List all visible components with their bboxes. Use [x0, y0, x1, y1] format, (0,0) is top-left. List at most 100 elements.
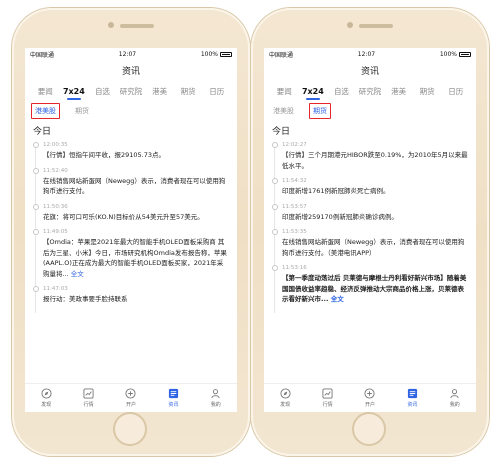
news-time: 11:49:05 [43, 229, 68, 235]
subtab-bar: 港美股 期货 [264, 101, 476, 121]
tab-calendar[interactable]: 日历 [202, 86, 231, 97]
screen-right: 中国联通 12:07 100% 资讯 要闻 7x24 自选 研究院 港美 期货 … [264, 48, 476, 412]
phone-right: 中国联通 12:07 100% 资讯 要闻 7x24 自选 研究院 港美 期货 … [251, 8, 489, 456]
nav-market[interactable]: 行情 [309, 388, 347, 408]
timeline-dot [272, 178, 278, 184]
carrier-label: 中国联通 [269, 52, 294, 59]
news-text: 花旗：将可口可乐(KO.N)目标价从54美元升至57美元。 [43, 212, 204, 221]
status-bar: 中国联通 12:07 100% [25, 48, 237, 61]
nav-profile[interactable]: 我的 [436, 388, 474, 408]
user-icon [450, 389, 459, 399]
news-item[interactable]: 11:53:57 印度新增259170例新冠肺炎确诊病例。 [272, 203, 468, 230]
news-time: 11:53:35 [282, 229, 307, 235]
news-text: 【第一季度动荡过后 贝莱德与摩根士丹利看好新兴市场】随着美国国债收益率趋稳、经济… [282, 273, 468, 305]
tab-calendar[interactable]: 日历 [441, 86, 470, 97]
news-text: 【行情】恒指午间平收，报29105.73点。 [43, 151, 166, 159]
nav-news[interactable]: 资讯 [393, 388, 431, 408]
earpiece-speaker [120, 24, 154, 28]
plus-circle-icon [364, 388, 376, 399]
news-item[interactable]: 11:53:16 【第一季度动荡过后 贝莱德与摩根士丹利看好新兴市场】随着美国国… [272, 264, 468, 312]
nav-open-account[interactable]: 开户 [351, 388, 389, 408]
bottom-nav: 发现 行情 开户 资讯 我的 [264, 383, 476, 412]
tab-futures[interactable]: 期货 [413, 86, 442, 97]
news-item[interactable]: 11:50:36 花旗：将可口可乐(KO.N)目标价从54美元升至57美元。 [33, 203, 229, 230]
timeline-dot [33, 229, 39, 235]
nav-news[interactable]: 资讯 [154, 388, 192, 408]
news-icon [407, 388, 417, 399]
news-time: 12:02:27 [282, 142, 307, 148]
home-button[interactable] [113, 412, 147, 446]
tab-watchlist[interactable]: 自选 [327, 86, 356, 97]
timeline-dot [272, 229, 278, 235]
tab-7x24[interactable]: 7x24 [60, 87, 89, 100]
nav-profile[interactable]: 我的 [197, 388, 235, 408]
front-camera [108, 22, 114, 28]
carrier-label: 中国联通 [30, 52, 55, 59]
news-time: 11:50:36 [43, 203, 68, 210]
news-item[interactable]: 11:52:40 在线销售网站新蛋网（Newegg）表示，消费者现在可以使用狗狗… [33, 167, 229, 205]
page-title: 资讯 [121, 67, 140, 77]
news-feed: 12:02:27 【行情】三个月期港元HIBOR跌至0.19%，为2010年5月… [264, 141, 476, 312]
day-heading: 今日 [33, 127, 52, 137]
news-time: 11:53:16 [282, 265, 307, 271]
status-bar: 中国联通 12:07 100% [264, 48, 476, 61]
clock: 12:07 [118, 51, 137, 58]
news-item[interactable]: 12:00:35 【行情】恒指午间平收，报29105.73点。 [33, 141, 229, 168]
tab-futures[interactable]: 期货 [174, 86, 203, 97]
chart-icon [83, 388, 94, 399]
full-text-link[interactable]: 全文 [331, 295, 344, 303]
subtab-hk-us-stocks[interactable]: 港美股 [270, 104, 297, 118]
compass-icon [280, 388, 291, 399]
home-button[interactable] [352, 412, 386, 446]
nav-discover[interactable]: 发现 [266, 388, 304, 408]
news-icon [168, 388, 178, 399]
timeline-dot [272, 142, 278, 148]
news-time: 11:53:57 [282, 203, 307, 210]
screen-left: 中国联通 12:07 100% 资讯 要闻 7x24 自选 研究院 港美 期货 … [25, 48, 237, 412]
news-time: 11:52:40 [43, 167, 68, 174]
news-text-body: 【第一季度动荡过后 贝莱德与摩根士丹利看好新兴市场】随着美国国债收益率趋稳、经济… [282, 274, 467, 303]
tab-research[interactable]: 研究院 [356, 86, 385, 97]
timeline-dot [33, 167, 39, 174]
news-text: 印度新增259170例新冠肺炎确诊病例。 [282, 212, 398, 221]
tab-bar: 要闻 7x24 自选 研究院 港美 期货 日历 [264, 83, 476, 100]
front-camera [347, 22, 353, 28]
chart-icon [322, 388, 333, 399]
full-text-link[interactable]: 全文 [71, 270, 84, 278]
news-text: 【Omdia：苹果是2021年最大的智能手机OLED面板采购商 其后为三星、小米… [43, 237, 229, 279]
battery-percent: 100% [200, 51, 218, 58]
news-text: 报行动：美政事要手脸持联系 [43, 295, 128, 303]
tab-watchlist[interactable]: 自选 [88, 86, 117, 97]
tab-news[interactable]: 要闻 [31, 86, 60, 97]
tab-hk-us[interactable]: 港美 [145, 86, 174, 97]
battery-icon [220, 52, 232, 57]
tab-news[interactable]: 要闻 [270, 86, 299, 97]
clock: 12:07 [357, 51, 376, 58]
news-item[interactable]: 11:49:05 【Omdia：苹果是2021年最大的智能手机OLED面板采购商… [33, 228, 229, 287]
plus-circle-icon [125, 388, 137, 399]
news-time: 12:00:35 [43, 142, 68, 148]
news-item[interactable]: 11:54:32 印度新增1761例新冠肺炎死亡病例。 [272, 177, 468, 204]
timeline-dot [33, 203, 39, 210]
news-feed: 12:00:35 【行情】恒指午间平收，报29105.73点。 11:52:40… [25, 141, 237, 312]
tab-7x24[interactable]: 7x24 [299, 87, 328, 100]
subtab-futures[interactable]: 期货 [309, 103, 331, 119]
news-item[interactable]: 12:02:27 【行情】三个月期港元HIBOR跌至0.19%，为2010年5月… [272, 141, 468, 179]
nav-open-account[interactable]: 开户 [112, 388, 150, 408]
bottom-nav: 发现 行情 开户 资讯 我的 [25, 383, 237, 412]
nav-discover[interactable]: 发现 [27, 388, 65, 408]
timeline-dot [272, 265, 278, 271]
tab-hk-us[interactable]: 港美 [384, 86, 413, 97]
subtab-futures[interactable]: 期货 [72, 104, 92, 118]
tab-research[interactable]: 研究院 [117, 86, 146, 97]
news-item[interactable]: 11:47:03 报行动：美政事要手脸持联系 [33, 285, 229, 312]
news-item[interactable]: 11:53:35 在线销售网站新蛋网（Newegg）表示，消费者现在可以使用狗狗… [272, 228, 468, 266]
news-time: 11:47:03 [43, 286, 68, 292]
news-text: 【行情】三个月期港元HIBOR跌至0.19%，为2010年5月以来最低水平。 [282, 151, 468, 170]
tab-bar: 要闻 7x24 自选 研究院 港美 期货 日历 [25, 83, 237, 100]
subtab-hk-us-stocks[interactable]: 港美股 [31, 103, 60, 119]
timeline-dot [33, 286, 39, 292]
nav-market[interactable]: 行情 [70, 388, 108, 408]
page-title: 资讯 [360, 67, 379, 77]
news-time: 11:54:32 [282, 178, 307, 184]
